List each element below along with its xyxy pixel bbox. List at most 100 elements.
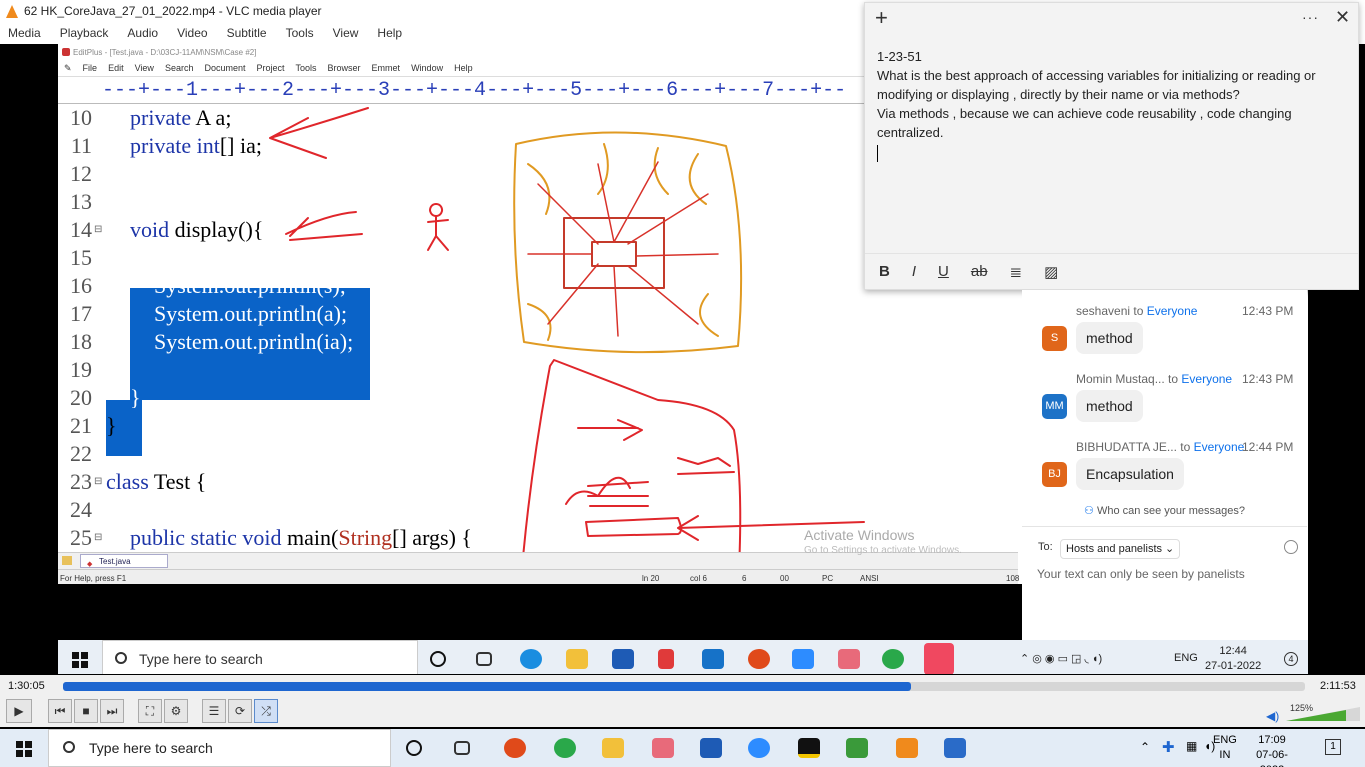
underline-button[interactable]: U: [938, 263, 949, 280]
ep-menu-edit: Edit: [108, 63, 124, 73]
chrome-icon: [882, 649, 904, 669]
ep-menu-help: Help: [454, 63, 473, 73]
chat-sender: BIBHUDATTA JE...: [1076, 440, 1177, 454]
ep-menu-browser: Browser: [327, 63, 361, 73]
avatar: S: [1042, 326, 1067, 351]
menu-media[interactable]: Media: [8, 26, 41, 40]
bullet-list-button[interactable]: ≣: [1010, 263, 1023, 281]
status-mode: PC: [822, 574, 834, 583]
letterbox-band: [58, 584, 1022, 640]
clock[interactable]: 17:09 07-06-2022: [1246, 733, 1298, 767]
arrow-stroke: [285, 211, 363, 241]
note-line: What is the best approach of accessing v…: [877, 68, 1316, 102]
vlc-cone-icon: [6, 4, 18, 18]
core-rect: [591, 241, 637, 267]
menu-video[interactable]: Video: [177, 26, 207, 40]
ep-menu-search: Search: [164, 63, 194, 73]
editplus-menu-bar: ✎ File Edit View Search Document Project…: [58, 60, 868, 76]
activate-windows-title: Activate Windows: [804, 527, 915, 543]
ep-menu-view: View: [134, 63, 154, 73]
previous-button[interactable]: ⏮: [48, 699, 72, 723]
file-explorer-icon[interactable]: [602, 738, 624, 758]
play-button[interactable]: ▶: [6, 699, 32, 723]
search-icon: [63, 741, 75, 753]
status-col: col 6: [690, 574, 707, 583]
emoji-icon[interactable]: [1284, 540, 1298, 554]
tray-plus-icon[interactable]: ✚: [1162, 738, 1175, 756]
zoom-icon: [792, 649, 814, 669]
who-can-see-link[interactable]: ⚇ Who can see your messages?: [1022, 504, 1307, 517]
note-text-area[interactable]: 1-23-51 What is the best approach of acc…: [877, 47, 1347, 167]
volume-icon[interactable]: ◀): [1266, 709, 1279, 723]
chat-input[interactable]: Your text can only be seen by panelists: [1037, 567, 1245, 581]
shuffle-button[interactable]: ⤮: [254, 699, 278, 723]
chat-meta: BIBHUDATTA JE... to Everyone: [1076, 440, 1244, 454]
snip-icon[interactable]: [652, 738, 674, 758]
bold-button[interactable]: B: [879, 263, 890, 280]
windows-start-icon[interactable]: [16, 741, 32, 757]
ep-menu-window: Window: [411, 63, 444, 73]
chat-message: Momin Mustaq... to Everyone 12:43 PM MM …: [1022, 372, 1307, 440]
recipient-dropdown[interactable]: Hosts and panelists ⌄: [1060, 539, 1181, 559]
sticky-notes-icon[interactable]: [798, 738, 820, 758]
playlist-button[interactable]: ☰: [202, 699, 226, 723]
volume-slider[interactable]: [1286, 707, 1360, 721]
status-help: For Help, press F1: [60, 574, 127, 583]
status-encoding: ANSI: [860, 574, 879, 583]
menu-tools[interactable]: Tools: [286, 26, 314, 40]
ep-menu-emmet: Emmet: [371, 63, 401, 73]
network-icon[interactable]: ▦: [1186, 739, 1197, 753]
language-indicator[interactable]: ENG IN: [1213, 733, 1237, 763]
record-app-icon[interactable]: [504, 738, 526, 758]
screen: 62 HK_CoreJava_27_01_2022.mp4 - VLC medi…: [0, 0, 1365, 767]
fullscreen-button[interactable]: ⛶: [138, 699, 162, 723]
sticky-note[interactable]: + ··· ✕ 1-23-51 What is the best approac…: [864, 2, 1359, 290]
loop-button[interactable]: ⟳: [228, 699, 252, 723]
ep-menu-document: Document: [204, 63, 246, 73]
tab-test-java: ◆ Test.java: [80, 554, 168, 568]
close-icon[interactable]: ✕: [1335, 7, 1350, 28]
next-button[interactable]: ⏭: [100, 699, 124, 723]
tray-chevron-icon[interactable]: ⌃: [1140, 740, 1150, 754]
editplus-icon[interactable]: [846, 738, 868, 758]
stop-button[interactable]: ■: [74, 699, 98, 723]
notification-count[interactable]: 1: [1325, 739, 1341, 755]
chat-bubble: Encapsulation: [1076, 458, 1184, 490]
menu-audio[interactable]: Audio: [127, 26, 158, 40]
ep-menu-tools: Tools: [295, 63, 317, 73]
menu-help[interactable]: Help: [377, 26, 402, 40]
store-icon[interactable]: [700, 738, 722, 758]
task-view-icon[interactable]: [454, 741, 470, 755]
clock-time: 17:09: [1258, 734, 1286, 746]
taskbar-search-box[interactable]: Type here to search: [48, 729, 391, 767]
photos-icon[interactable]: [944, 738, 966, 758]
window-title: 62 HK_CoreJava_27_01_2022.mp4 - VLC medi…: [24, 4, 322, 18]
menu-view[interactable]: View: [333, 26, 359, 40]
menu-playback[interactable]: Playback: [60, 26, 109, 40]
avatar: MM: [1042, 394, 1067, 419]
new-note-button[interactable]: +: [875, 7, 888, 29]
hand-arrows: [577, 419, 649, 507]
file-explorer-icon: [566, 649, 588, 669]
menu-subtitle[interactable]: Subtitle: [227, 26, 267, 40]
chat-time: 12:44 PM: [1242, 440, 1294, 454]
more-options-icon[interactable]: ···: [1302, 9, 1319, 25]
editplus-logo-icon: [62, 48, 70, 56]
strikethrough-button[interactable]: ab: [971, 263, 988, 280]
inner-time: 12:44: [1219, 645, 1247, 657]
search-icon: [115, 652, 127, 664]
zoom-icon[interactable]: [748, 738, 770, 758]
snip-icon: [838, 649, 860, 669]
chrome-icon[interactable]: [554, 738, 576, 758]
note-line: 1-23-51: [877, 49, 922, 64]
seek-bar[interactable]: [63, 682, 1305, 691]
stick-figure: [427, 203, 449, 251]
italic-button[interactable]: I: [912, 263, 916, 280]
inner-taskbar: Type here to search ⌃ ◎ ◉ ▭ ◲ ◟ ◖) ENG 1…: [58, 640, 1308, 674]
chat-bubble: method: [1076, 322, 1143, 354]
extended-settings-button[interactable]: ⚙: [164, 699, 188, 723]
cortana-icon[interactable]: [406, 740, 422, 756]
edge-icon: [520, 649, 542, 669]
vlc-icon[interactable]: [896, 738, 918, 758]
insert-image-button[interactable]: ▨: [1044, 263, 1058, 281]
